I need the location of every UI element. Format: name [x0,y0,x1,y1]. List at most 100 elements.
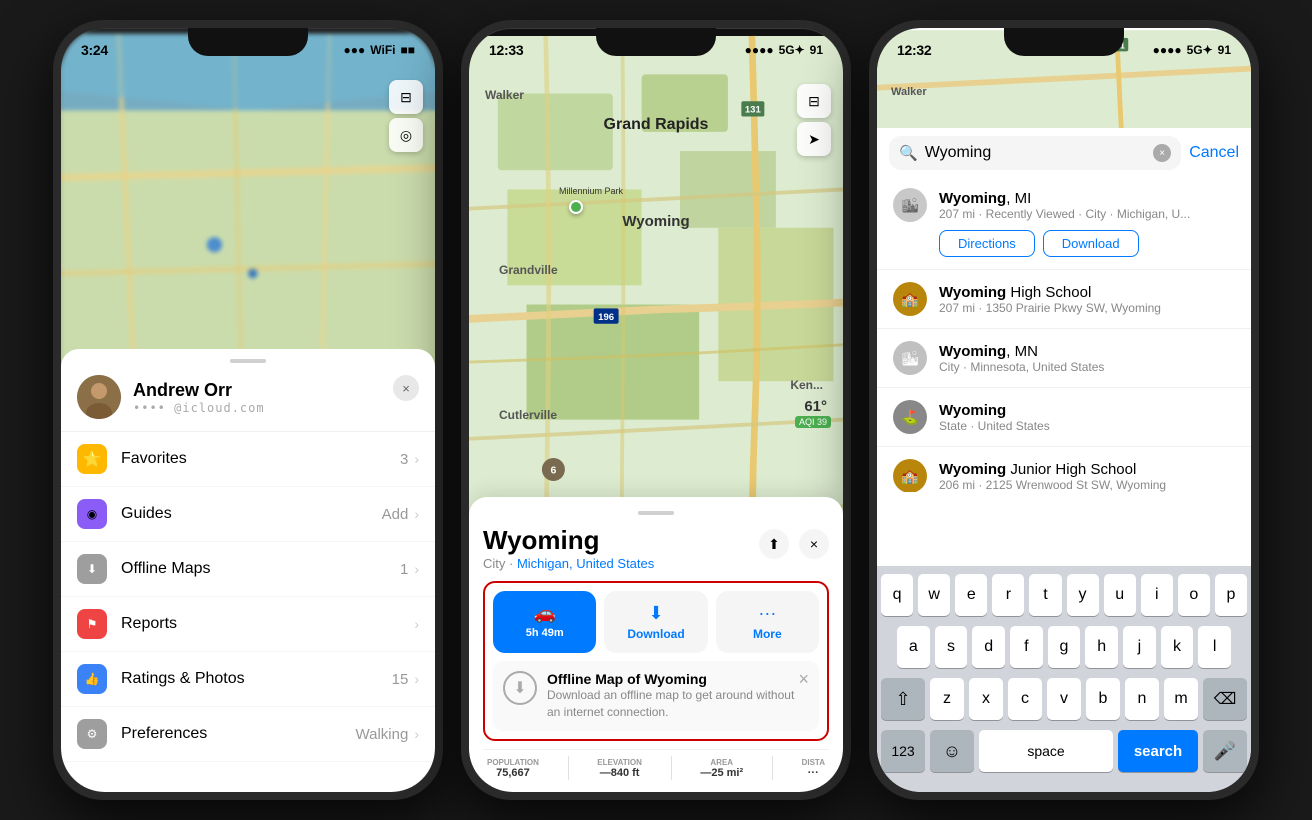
card-header: Wyoming City · Michigan, United States ⬆… [483,525,829,571]
result-wyoming-highschool[interactable]: 🏫 Wyoming High School 207 mi · 1350 Prai… [877,270,1251,329]
menu-item-offline-maps[interactable]: ⬇ Offline Maps 1 › [61,542,435,597]
ratings-label: Ratings & Photos [121,670,392,688]
key-o[interactable]: o [1178,574,1210,616]
location-button[interactable]: ◎ [389,118,423,152]
more-label: More [753,627,782,641]
offline-title: Offline Map of Wyoming [547,671,809,687]
offline-close-btn[interactable]: × [798,669,809,690]
menu-item-favorites[interactable]: ⭐ Favorites 3 › [61,432,435,487]
stat-area: AREA —25 mi² [700,758,743,779]
share-button[interactable]: ⬆ [759,529,789,559]
key-s[interactable]: s [935,626,968,668]
key-mic[interactable]: 🎤 [1203,730,1247,772]
kent-label: Ken... [790,378,823,392]
aqi-badge: AQI 39 [795,416,831,428]
layers-btn-2[interactable]: ⊟ [797,84,831,118]
key-t[interactable]: t [1029,574,1061,616]
key-h[interactable]: h [1085,626,1118,668]
high-school-text: Wyoming High School 207 mi · 1350 Prairi… [939,284,1161,315]
layers-button[interactable]: ⊟ [389,80,423,114]
key-p[interactable]: p [1215,574,1247,616]
menu-item-guides[interactable]: ◉ Guides Add › [61,487,435,542]
key-delete[interactable]: ⌫ [1203,678,1247,720]
search-bar-container: 🔍 Wyoming × Cancel [877,128,1251,178]
key-shift[interactable]: ⇧ [881,678,925,720]
favorites-label: Favorites [121,450,400,468]
action-buttons: 🚗 5h 49m ⬇ Download ··· More [493,591,819,653]
keyboard-row-2: a s d f g h j k l [881,626,1247,668]
cancel-button[interactable]: Cancel [1189,144,1239,162]
wyoming-state-text: Wyoming State · United States [939,402,1050,433]
compass-btn-2[interactable]: ➤ [797,122,831,156]
key-m[interactable]: m [1164,678,1198,720]
close-button-1[interactable]: × [393,375,419,401]
signal-bars-2: ●●●● [745,43,774,57]
directions-btn[interactable]: Directions [939,230,1035,257]
status-time-3: 12:32 [897,42,931,58]
city-link[interactable]: Michigan, United States [517,556,654,571]
cutlerville-label: Cutlerville [499,408,557,422]
preferences-icon: ⚙ [77,719,107,749]
key-f[interactable]: f [1010,626,1043,668]
highlighted-actions: 🚗 5h 49m ⬇ Download ··· More ⬇ [483,581,829,741]
key-a[interactable]: a [897,626,930,668]
user-name: Andrew Orr [133,380,265,401]
close-card-btn[interactable]: × [799,529,829,559]
key-g[interactable]: g [1048,626,1081,668]
divider-3 [772,756,773,780]
key-q[interactable]: q [881,574,913,616]
result-wyoming-jrhs[interactable]: 🏫 Wyoming Junior High School 206 mi · 21… [877,447,1251,492]
download-button[interactable]: ⬇ Download [604,591,707,653]
menu-item-ratings[interactable]: 👍 Ratings & Photos 15 › [61,652,435,707]
walker-label-2: Walker [485,88,524,102]
key-c[interactable]: c [1008,678,1042,720]
result-wyoming-state[interactable]: ⛳ Wyoming State · United States [877,388,1251,447]
menu-item-reports[interactable]: ⚑ Reports › [61,597,435,652]
key-l[interactable]: l [1198,626,1231,668]
key-e[interactable]: e [955,574,987,616]
ratings-badge: 15 [392,671,409,688]
key-b[interactable]: b [1086,678,1120,720]
drive-time: 5h 49m [526,627,564,639]
key-j[interactable]: j [1123,626,1156,668]
wyoming-state-sub: State · United States [939,419,1050,433]
key-space[interactable]: space [979,730,1113,772]
key-search[interactable]: search [1118,730,1198,772]
wyoming-map-label: Wyoming [622,213,689,230]
avatar [77,375,121,419]
key-w[interactable]: w [918,574,950,616]
car-icon: 🚗 [533,603,555,624]
favorites-chevron: › [414,451,419,467]
menu-item-preferences[interactable]: ⚙ Preferences Walking › [61,707,435,762]
key-y[interactable]: y [1067,574,1099,616]
status-icons-2: ●●●● 5G✦ 91 [745,43,823,57]
key-i[interactable]: i [1141,574,1173,616]
key-v[interactable]: v [1047,678,1081,720]
key-x[interactable]: x [969,678,1003,720]
key-emoji[interactable]: ☺ [930,730,974,772]
wyoming-state-name: Wyoming [939,402,1050,419]
reports-icon: ⚑ [77,609,107,639]
stats-bar: POPULATION 75,667 ELEVATION —840 ft AREA… [483,749,829,782]
download-btn-r1[interactable]: Download [1043,230,1139,257]
user-email: •••• @icloud.com [133,401,265,415]
drive-button[interactable]: 🚗 5h 49m [493,591,596,653]
key-k[interactable]: k [1161,626,1194,668]
key-u[interactable]: u [1104,574,1136,616]
ratings-chevron: › [414,671,419,687]
wyoming-mn-icon: 🏙 [893,341,927,375]
key-n[interactable]: n [1125,678,1159,720]
sheet-handle-1 [230,359,266,363]
stat-elevation: ELEVATION —840 ft [597,758,642,779]
status-icons-1: ●●● WiFi ■■ [344,43,415,57]
download-label: Download [627,627,684,641]
key-r[interactable]: r [992,574,1024,616]
key-123[interactable]: 123 [881,730,925,772]
more-button[interactable]: ··· More [716,591,819,653]
search-field[interactable]: 🔍 Wyoming × [889,136,1181,170]
result-wyoming-mn[interactable]: 🏙 Wyoming, MN City · Minnesota, United S… [877,329,1251,388]
search-clear-btn[interactable]: × [1153,144,1171,162]
result-wyoming-mi[interactable]: 🏙 Wyoming, MI 207 mi · Recently Viewed ·… [877,176,1251,270]
key-d[interactable]: d [972,626,1005,668]
key-z[interactable]: z [930,678,964,720]
